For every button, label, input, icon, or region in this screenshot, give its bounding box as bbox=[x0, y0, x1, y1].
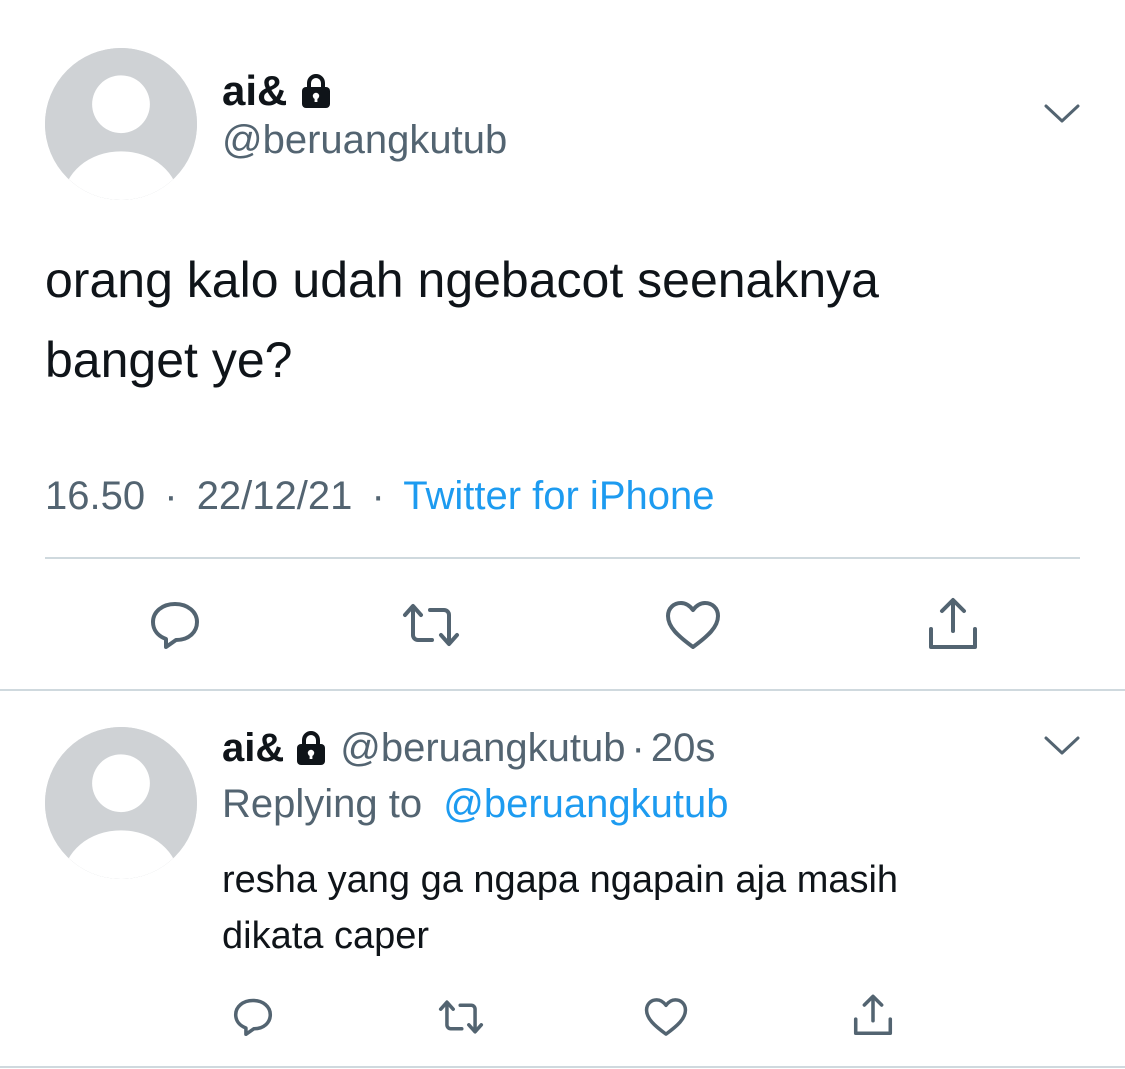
tweet-age[interactable]: 20s bbox=[651, 726, 716, 771]
reply-icon bbox=[151, 602, 199, 649]
share-button[interactable] bbox=[846, 988, 900, 1044]
tweet-text-line: orang kalo udah ngebacot seenaknya bbox=[45, 252, 879, 308]
display-name-text: ai& bbox=[222, 725, 285, 770]
retweet-button[interactable] bbox=[432, 990, 490, 1044]
heart-icon bbox=[666, 601, 720, 649]
share-icon bbox=[853, 994, 893, 1036]
tweet-date[interactable]: 22/12/21 bbox=[197, 474, 353, 518]
default-avatar-icon bbox=[45, 727, 197, 879]
replying-to: Replying to @beruangkutub bbox=[222, 782, 729, 827]
meta-separator: · bbox=[631, 725, 645, 770]
reply-button[interactable] bbox=[140, 590, 210, 660]
share-icon bbox=[929, 598, 977, 649]
reply-text-line: dikata caper bbox=[222, 915, 430, 957]
tweet-meta: 16.50 · 22/12/21 · Twitter for iPhone bbox=[45, 474, 714, 519]
reply-text-line: resha yang ga ngapa ngapain aja masih bbox=[222, 859, 899, 901]
tweet-text-line: banget ye? bbox=[45, 332, 293, 388]
reply-header: ai& @beruangkutub · 20s bbox=[222, 722, 715, 774]
handle[interactable]: @beruangkutub bbox=[222, 118, 507, 163]
heart-icon bbox=[644, 998, 688, 1036]
lock-icon bbox=[296, 731, 326, 765]
like-button[interactable] bbox=[658, 590, 728, 660]
retweet-icon bbox=[438, 1000, 484, 1034]
divider bbox=[0, 1066, 1125, 1068]
reply-button[interactable] bbox=[226, 990, 280, 1044]
avatar[interactable] bbox=[45, 727, 197, 879]
retweet-button[interactable] bbox=[396, 590, 466, 660]
meta-separator: · bbox=[371, 474, 385, 518]
reply-icon bbox=[233, 998, 273, 1037]
chevron-down-icon[interactable] bbox=[1040, 728, 1084, 764]
retweet-icon bbox=[403, 604, 459, 646]
tweet-time[interactable]: 16.50 bbox=[45, 474, 145, 518]
replying-to-label: Replying to bbox=[222, 782, 423, 826]
display-name[interactable]: ai& bbox=[222, 66, 331, 116]
display-name[interactable]: ai& bbox=[222, 726, 326, 771]
default-avatar-icon bbox=[45, 48, 197, 200]
tweet-source-link[interactable]: Twitter for iPhone bbox=[403, 474, 714, 518]
handle[interactable]: @beruangkutub bbox=[340, 726, 625, 771]
replying-to-handle[interactable]: @beruangkutub bbox=[443, 782, 728, 826]
avatar[interactable] bbox=[45, 48, 197, 200]
divider bbox=[0, 689, 1125, 691]
share-button[interactable] bbox=[918, 590, 988, 660]
reply-text: resha yang ga ngapa ngapain aja masih di… bbox=[222, 852, 1102, 964]
display-name-text: ai& bbox=[222, 67, 288, 114]
lock-icon bbox=[301, 74, 331, 108]
divider bbox=[45, 557, 1080, 559]
chevron-down-icon[interactable] bbox=[1040, 96, 1084, 132]
meta-separator: · bbox=[164, 474, 178, 518]
tweet-text: orang kalo udah ngebacot seenaknya bange… bbox=[45, 240, 1095, 400]
like-button[interactable] bbox=[638, 990, 694, 1044]
